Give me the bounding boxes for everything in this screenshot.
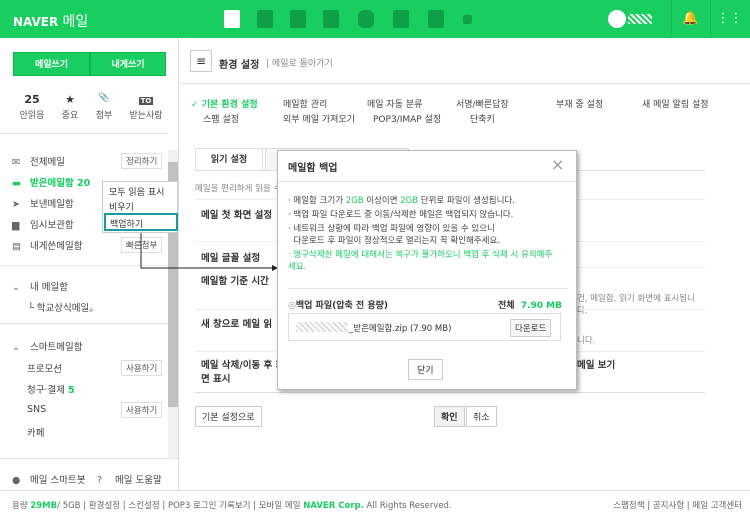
footer: 용량 29MB/ 5GB | 환경설정 | 스킨설정 | POP3 로그인 기록… bbox=[0, 490, 750, 515]
notice-link[interactable]: 공지사항 bbox=[653, 501, 684, 511]
footer-mobile-link[interactable]: 모바일 메일 bbox=[259, 501, 301, 511]
note-warning: · 영구삭제한 메일에 대해서는 복구가 불가하오니 백업 후 삭제 시 유의해… bbox=[288, 250, 553, 272]
backup-total: 전체 7.90 MB bbox=[498, 301, 562, 311]
note-moved: · 백업 파일 다운로드 중 이동/삭제한 메일은 백업되지 않습니다. bbox=[288, 210, 514, 220]
masked-id bbox=[296, 322, 348, 332]
mailbox-backup-dialog: 메일함 백업 × · 메일함 크기가 2GB 이상이면 2GB 단위로 파일이 … bbox=[277, 150, 577, 390]
download-button[interactable]: 다운로드 bbox=[510, 319, 552, 337]
close-icon[interactable]: × bbox=[551, 155, 564, 174]
backup-file-header: ◎백업 파일(압축 전 용량) bbox=[288, 301, 389, 311]
support-link[interactable]: 메일 고객센터 bbox=[692, 501, 742, 511]
dialog-title: 메일함 백업 bbox=[288, 163, 338, 174]
divider bbox=[278, 181, 576, 182]
backup-file-name: _받은메일함.zip (7.90 MB) bbox=[349, 324, 452, 334]
divider bbox=[288, 288, 568, 289]
footer-settings-link[interactable]: 환경설정 bbox=[89, 501, 120, 511]
backup-file-row: _받은메일함.zip (7.90 MB) 다운로드 bbox=[288, 313, 561, 341]
footer-pop3-log-link[interactable]: POP3 로그인 기록보기 bbox=[168, 501, 251, 511]
spam-policy-link[interactable]: 스팸정책 bbox=[613, 501, 644, 511]
footer-left: 용량 29MB/ 5GB | 환경설정 | 스킨설정 | POP3 로그인 기록… bbox=[12, 501, 452, 511]
footer-skin-link[interactable]: 스킨설정 bbox=[128, 501, 159, 511]
dialog-close-button[interactable]: 닫기 bbox=[408, 359, 443, 380]
storage-used: 29MB bbox=[30, 501, 58, 511]
footer-right: 스팸정책 | 공지사항 | 메일 고객센터 bbox=[613, 501, 742, 511]
note-size: · 메일함 크기가 2GB 이상이면 2GB 단위로 파일이 생성됩니다. bbox=[288, 196, 515, 206]
note-network: · 네트워크 상황에 따라 백업 파일에 영향이 있을 수 있으니 다운로드 후… bbox=[288, 224, 501, 246]
